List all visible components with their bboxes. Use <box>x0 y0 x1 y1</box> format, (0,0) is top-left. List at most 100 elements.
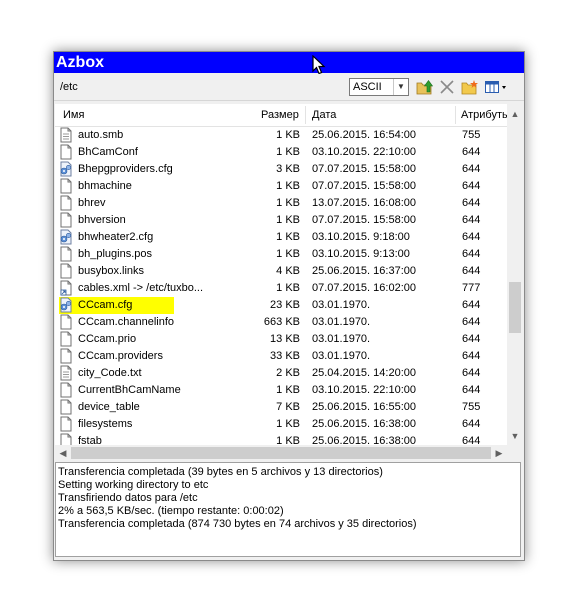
transfer-mode-value: ASCII <box>353 81 382 93</box>
file-date: 07.07.2015. 15:58:00 <box>312 163 416 175</box>
file-date: 03.01.1970. <box>312 299 371 311</box>
file-attributes: 755 <box>462 401 481 413</box>
file-row[interactable]: bhwheater2.cfg 1 KB 03.10.2015. 9:18:00 644 <box>55 229 507 246</box>
toolbar: /etc ASCII ▼ <box>54 74 524 101</box>
file-size: 1 KB <box>276 248 300 260</box>
file-attributes: 644 <box>462 231 481 243</box>
column-header-attributes[interactable]: Атрибуты <box>461 109 510 121</box>
file-icon-graphic <box>60 144 72 160</box>
remote-file-list[interactable]: Имя Размер Дата Атрибуты auto.smb 1 KB 25.… <box>55 104 523 445</box>
delete-x-icon[interactable] <box>438 79 456 96</box>
file-date: 25.06.2015. 16:38:00 <box>312 435 416 445</box>
file-icon-graphic <box>60 348 72 364</box>
file-name: CCcam.channelinfo <box>78 316 174 328</box>
file-date: 13.07.2015. 16:08:00 <box>312 197 416 209</box>
file-size: 13 KB <box>270 333 300 345</box>
scroll-up-icon[interactable]: ▲ <box>507 106 523 122</box>
file-row[interactable]: CCcam.providers 33 KB 03.01.1970. 644 <box>55 348 507 365</box>
file-icon-graphic <box>60 416 72 432</box>
window-title: Azbox <box>54 52 524 73</box>
file-row[interactable]: bh_plugins.pos 1 KB 03.10.2015. 9:13:00 644 <box>55 246 507 263</box>
file-row[interactable]: bhmachine 1 KB 07.07.2015. 15:58:00 644 <box>55 178 507 195</box>
file-size: 23 KB <box>270 299 300 311</box>
file-size: 3 KB <box>276 163 300 175</box>
column-header-name[interactable]: Имя <box>63 109 84 121</box>
up-folder-icon[interactable] <box>416 79 434 96</box>
file-row[interactable]: device_table 7 KB 25.06.2015. 16:55:00 755 <box>55 399 507 416</box>
text-file-icon-graphic <box>60 127 72 143</box>
file-row[interactable]: filesystems 1 KB 25.06.2015. 16:38:00 644 <box>55 416 507 433</box>
log-line: Transferencia completada (874 730 bytes … <box>58 518 417 530</box>
file-size: 663 KB <box>263 316 300 328</box>
vertical-scroll-thumb[interactable] <box>509 282 521 333</box>
vertical-scrollbar[interactable]: ▲ ▼ <box>507 104 523 445</box>
file-size: 33 KB <box>270 350 300 362</box>
view-mode-icon[interactable] <box>484 79 508 96</box>
new-folder-icon[interactable] <box>461 79 479 96</box>
transfer-mode-select[interactable]: ASCII ▼ <box>349 78 409 96</box>
chevron-down-icon: ▼ <box>393 79 408 95</box>
file-attributes: 644 <box>462 435 481 445</box>
column-divider[interactable] <box>455 106 456 124</box>
log-line: Transfiriendo datos para /etc <box>58 492 198 504</box>
file-size: 1 KB <box>276 129 300 141</box>
file-row[interactable]: CCcam.channelinfo 663 KB 03.01.1970. 644 <box>55 314 507 331</box>
file-row[interactable]: CCcam.cfg 23 KB 03.01.1970. 644 <box>55 297 507 314</box>
file-attributes: 644 <box>462 265 481 277</box>
scroll-down-icon[interactable]: ▼ <box>507 428 523 444</box>
file-date: 03.01.1970. <box>312 333 371 345</box>
file-size: 4 KB <box>276 265 300 277</box>
file-row[interactable]: auto.smb 1 KB 25.06.2015. 16:54:00 755 <box>55 127 507 144</box>
file-row[interactable]: cables.xml -> /etc/tuxbo... 1 KB 07.07.201… <box>55 280 507 297</box>
log-line: Transferencia completada (39 bytes en 5 … <box>58 466 383 478</box>
file-date: 03.10.2015. 22:10:00 <box>312 146 416 158</box>
file-row[interactable]: CCcam.prio 13 KB 03.01.1970. 644 <box>55 331 507 348</box>
file-size: 2 KB <box>276 367 300 379</box>
file-attributes: 644 <box>462 418 481 430</box>
file-row[interactable]: fstab 1 KB 25.06.2015. 16:38:00 644 <box>55 433 507 445</box>
horizontal-scroll-thumb[interactable] <box>71 447 491 459</box>
file-name: filesystems <box>78 418 133 430</box>
file-row[interactable]: BhCamConf 1 KB 03.10.2015. 22:10:00 644 <box>55 144 507 161</box>
file-date: 25.04.2015. 14:20:00 <box>312 367 416 379</box>
file-attributes: 644 <box>462 367 481 379</box>
file-icon-graphic <box>60 263 72 279</box>
file-icon-graphic <box>60 246 72 262</box>
file-size: 7 KB <box>276 401 300 413</box>
file-name: Bhepgproviders.cfg <box>78 163 173 175</box>
file-row[interactable]: bhversion 1 KB 07.07.2015. 15:58:00 644 <box>55 212 507 229</box>
file-icon <box>59 433 73 445</box>
scroll-right-icon[interactable]: ▶ <box>491 445 507 461</box>
file-name: city_Code.txt <box>78 367 142 379</box>
file-attributes: 755 <box>462 129 481 141</box>
column-header-size[interactable]: Размер <box>261 109 299 121</box>
file-row[interactable]: Bhepgproviders.cfg 3 KB 07.07.2015. 15:58:… <box>55 161 507 178</box>
file-name: bhrev <box>78 197 106 209</box>
highlighted-filename[interactable]: CCcam.cfg <box>59 297 174 314</box>
file-icon-graphic <box>60 212 72 228</box>
file-size: 1 KB <box>276 197 300 209</box>
file-row[interactable]: busybox.links 4 KB 25.06.2015. 16:37:00 644 <box>55 263 507 280</box>
file-date: 25.06.2015. 16:38:00 <box>312 418 416 430</box>
file-date: 03.01.1970. <box>312 350 371 362</box>
file-date: 03.10.2015. 9:18:00 <box>312 231 410 243</box>
file-name: CCcam.prio <box>78 333 137 345</box>
file-name: fstab <box>78 435 102 445</box>
file-name: bhwheater2.cfg <box>78 231 154 243</box>
transfer-log[interactable]: Transferencia completada (39 bytes en 5 … <box>55 462 521 557</box>
file-row[interactable]: city_Code.txt 2 KB 25.04.2015. 14:20:00 644 <box>55 365 507 382</box>
file-date: 03.10.2015. 22:10:00 <box>312 384 416 396</box>
scroll-left-icon[interactable]: ◀ <box>55 445 71 461</box>
file-name: cables.xml -> /etc/tuxbo... <box>78 282 204 294</box>
log-line: Setting working directory to etc <box>58 479 209 491</box>
column-divider[interactable] <box>305 106 306 124</box>
file-row[interactable]: CurrentBhCamName 1 KB 03.10.2015. 22:10:00… <box>55 382 507 399</box>
horizontal-scrollbar[interactable]: ◀ ▶ <box>55 445 507 461</box>
column-header-date[interactable]: Дата <box>312 109 336 121</box>
file-attributes: 644 <box>462 316 481 328</box>
log-line: 2% a 563,5 KB/sec. (tiempo restante: 0:0… <box>58 505 284 517</box>
file-attributes: 644 <box>462 214 481 226</box>
file-row[interactable]: bhrev 1 KB 13.07.2015. 16:08:00 644 <box>55 195 507 212</box>
file-attributes: 644 <box>462 248 481 260</box>
config-file-icon-graphic <box>60 161 72 177</box>
